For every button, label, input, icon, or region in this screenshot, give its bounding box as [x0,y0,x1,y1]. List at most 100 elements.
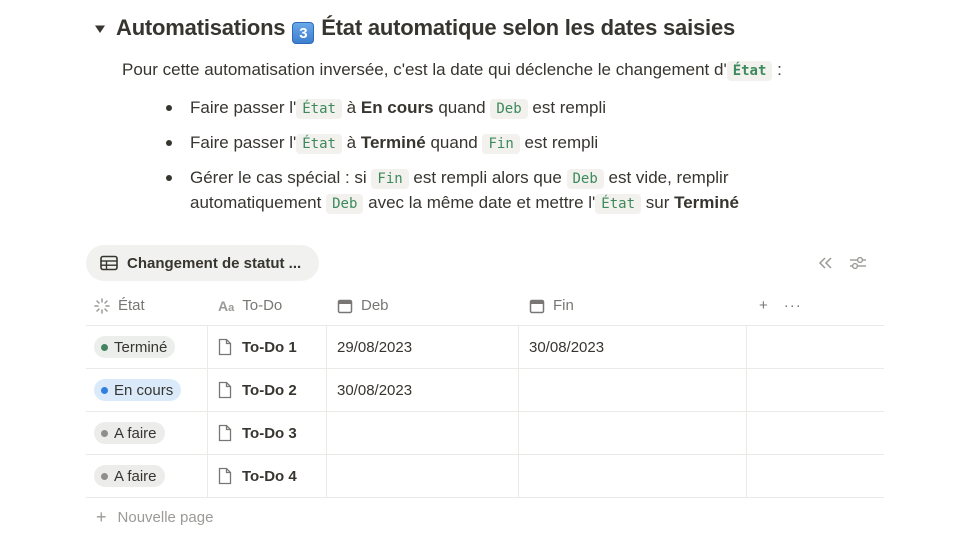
inline-code: Deb [490,99,528,119]
deb-cell[interactable] [327,455,519,497]
column-actions: + ··· [747,286,884,325]
text-aa-icon: Aa [218,297,235,314]
column-header-label: To-Do [242,297,283,314]
column-header-deb[interactable]: Deb [327,286,519,325]
bullet-text: à [341,133,361,152]
status-cell[interactable]: A faire [86,412,208,454]
status-dot [101,343,108,351]
keycap-three-emoji: 3 [292,21,315,44]
triangle-down-icon[interactable] [92,21,108,37]
view-tab[interactable]: Changement de statut ... [86,245,320,281]
bullet-text: Faire passer l' [190,133,297,152]
row-title: To-Do 4 [242,467,297,485]
bold-text: Terminé [674,193,739,212]
new-page-button[interactable]: + Nouvelle page [96,508,213,526]
list-item: Faire passer l' État à Terminé quand Fin … [164,131,864,156]
intro-text: Pour cette automatisation inversée, c'es… [122,60,727,79]
fin-cell[interactable] [519,412,747,454]
intro-tail: : [777,60,782,79]
inline-code: Fin [371,169,409,189]
fin-cell[interactable] [519,455,747,497]
status-dot [101,429,108,437]
status-label: A faire [114,424,157,442]
ellipsis-icon[interactable]: ··· [784,297,802,314]
status-label: En cours [114,381,174,399]
list-item: Faire passer l' État à En cours quand Deb… [164,96,864,121]
bold-text: En cours [360,98,434,117]
heading-prefix: Automatisations [116,14,286,40]
title-cell[interactable]: To-Do 3 [208,412,327,454]
inline-code: État [296,134,342,154]
intro-paragraph: Pour cette automatisation inversée, c'es… [122,58,782,83]
table-header: État Aa To-Do Deb Fin + ··· [86,286,884,326]
status-badge[interactable]: A faire [94,422,165,444]
inline-code: Deb [566,169,604,189]
column-header-label: Deb [361,297,389,314]
empty-cell [747,369,884,411]
empty-cell [747,455,884,497]
table-row[interactable]: A faire To-Do 4 [86,455,884,498]
row-title: To-Do 2 [242,381,297,399]
status-badge[interactable]: En cours [94,379,182,401]
table-row[interactable]: En cours To-Do 2 30/08/2023 [86,369,884,412]
toggle-heading[interactable]: Automatisations 3 État automatique selon… [92,14,735,44]
bullet-text: avec la même date et mettre l' [363,193,596,212]
bullet-text: est rempli alors que [408,168,567,187]
column-header-etat[interactable]: État [86,286,208,325]
calendar-icon [529,299,545,313]
date-value: 29/08/2023 [337,338,413,356]
plus-icon: + [96,507,107,527]
empty-cell [747,326,884,368]
title-cell[interactable]: To-Do 1 [208,326,327,368]
status-badge[interactable]: A faire [94,465,165,487]
deb-cell[interactable] [327,412,519,454]
bullet-text: Faire passer l' [190,98,297,117]
status-badge[interactable]: Terminé [94,336,176,358]
heading-suffix: État automatique selon les dates saisies [321,14,736,40]
table-icon [100,255,118,271]
bullet-text: quand [433,98,491,117]
list-item: Gérer le cas spécial : si Fin est rempli… [164,166,864,216]
bullet-text: est rempli [527,98,607,117]
inline-code: Deb [326,194,364,214]
bullet-text: quand [425,133,483,152]
bullet-text: à [341,98,361,117]
inline-code: Fin [482,134,520,154]
column-header-label: Fin [553,297,574,314]
inline-code: État [595,194,642,214]
status-cell[interactable]: En cours [86,369,208,411]
column-header-fin[interactable]: Fin [519,286,747,325]
plus-icon[interactable]: + [759,297,768,314]
document-icon [218,467,232,485]
row-title: To-Do 3 [242,424,297,442]
deb-cell[interactable]: 30/08/2023 [327,369,519,411]
status-dot [101,386,108,394]
document-icon [218,338,232,356]
table-row[interactable]: A faire To-Do 3 [86,412,884,455]
status-cell[interactable]: Terminé [86,326,208,368]
fin-cell[interactable]: 30/08/2023 [519,326,747,368]
inline-code: État [296,99,342,119]
date-value: 30/08/2023 [337,381,413,399]
title-cell[interactable]: To-Do 4 [208,455,327,497]
sliders-icon[interactable] [847,252,869,274]
database-table: État Aa To-Do Deb Fin + ··· Terminé To-D… [86,286,884,498]
date-value: 30/08/2023 [529,338,605,356]
calendar-icon [337,299,353,313]
heading-title: Automatisations 3 État automatique selon… [116,15,735,44]
status-label: Terminé [114,338,168,356]
column-header-todo[interactable]: Aa To-Do [208,286,327,325]
bullet-text: sur [641,193,675,212]
status-dot [101,472,108,480]
double-chevron-left-icon[interactable] [814,252,836,274]
view-tab-label: Changement de statut ... [127,254,302,272]
title-cell[interactable]: To-Do 2 [208,369,327,411]
column-header-label: État [118,297,145,314]
status-cell[interactable]: A faire [86,455,208,497]
deb-cell[interactable]: 29/08/2023 [327,326,519,368]
table-row[interactable]: Terminé To-Do 1 29/08/2023 30/08/2023 [86,326,884,369]
fin-cell[interactable] [519,369,747,411]
inline-code: État [726,61,773,81]
bold-text: Terminé [360,133,426,152]
row-title: To-Do 1 [242,338,297,356]
